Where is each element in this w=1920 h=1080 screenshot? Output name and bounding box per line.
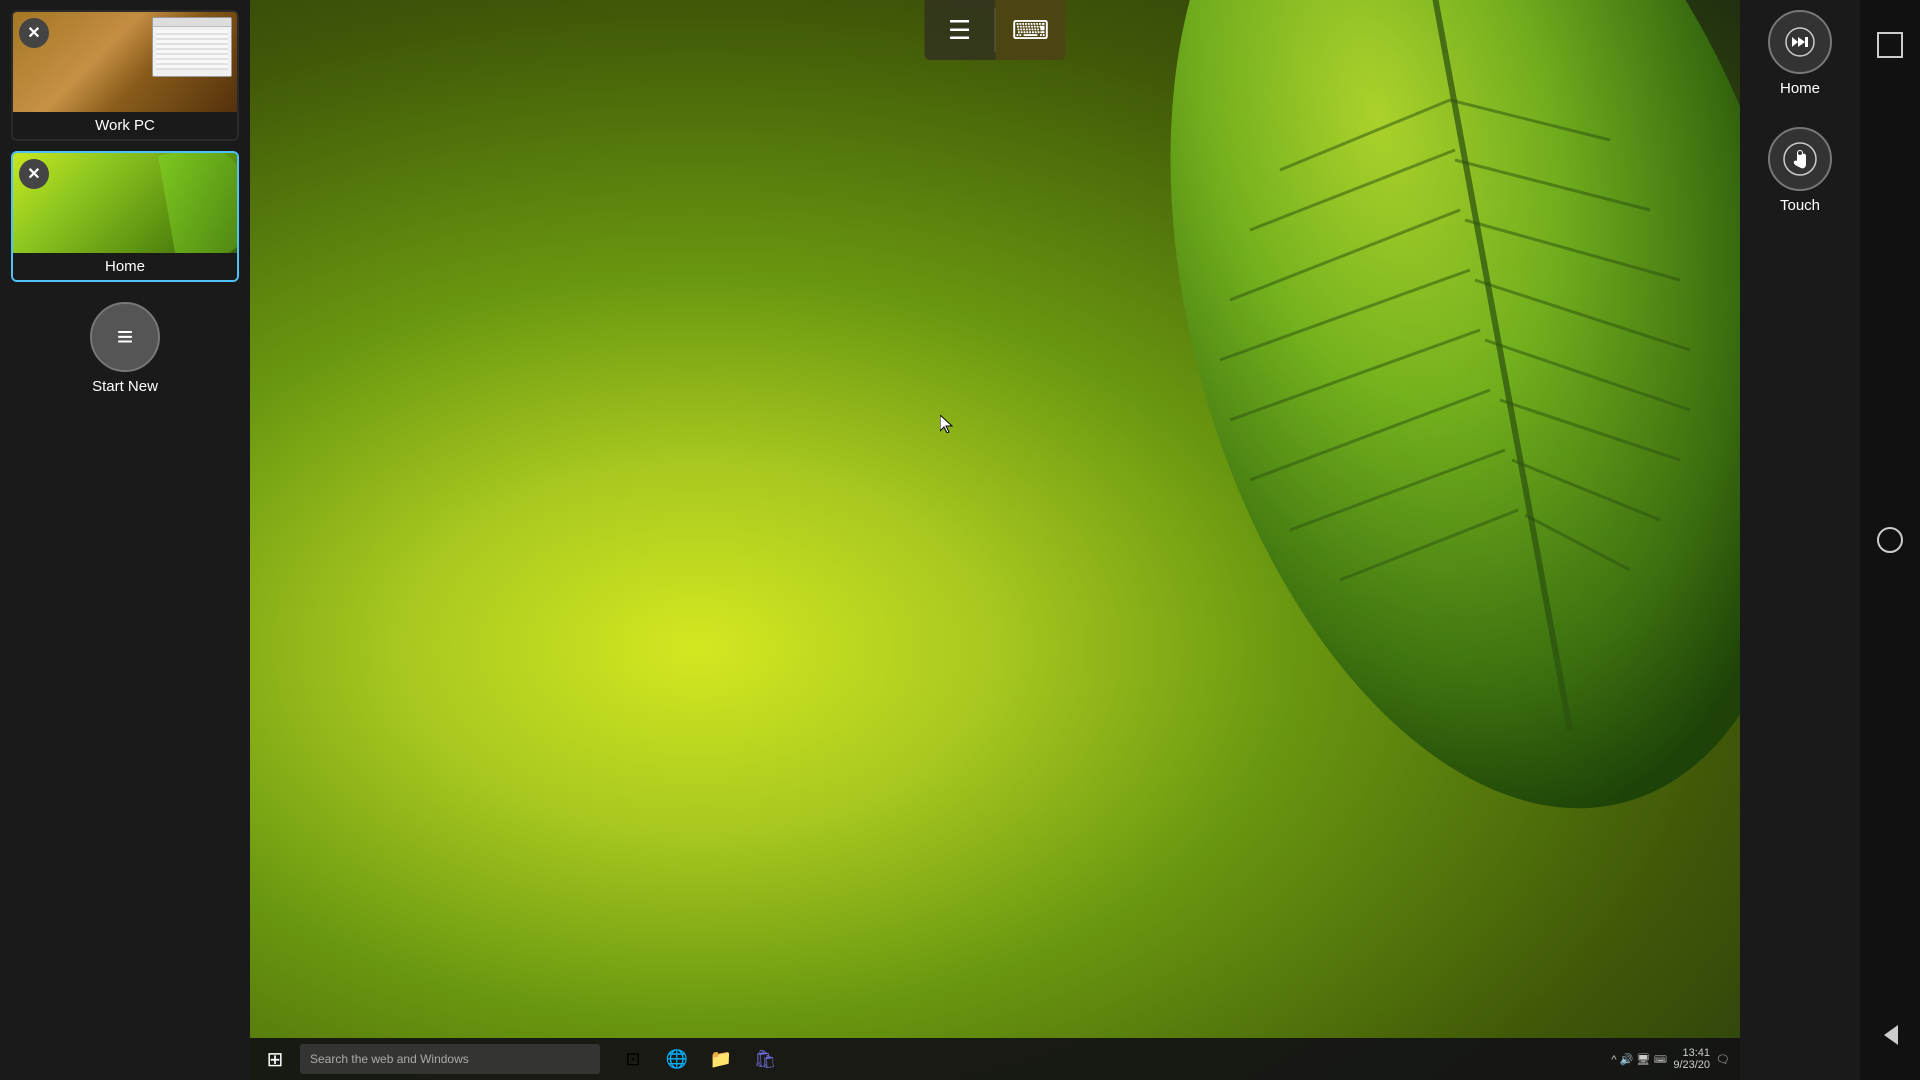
home-label: Home bbox=[13, 253, 237, 280]
far-right-panel bbox=[1860, 0, 1920, 1080]
clock-time: 13:41 bbox=[1683, 1047, 1711, 1059]
back-icon-button[interactable] bbox=[1865, 1010, 1915, 1060]
clock-date: 9/23/20 bbox=[1673, 1059, 1710, 1071]
right-sidebar: Home Touch bbox=[1740, 0, 1860, 1080]
home-nav-label: Home bbox=[1780, 80, 1820, 97]
main-content-area: ☰ ⌨ ⊞ Search the web and Windows ⊡ 🌐 📁 🛍… bbox=[250, 0, 1740, 1080]
wallpaper bbox=[250, 0, 1740, 1080]
circle-icon-button[interactable] bbox=[1865, 515, 1915, 565]
file-explorer-icon[interactable]: 📁 bbox=[703, 1041, 739, 1077]
session-card-work-pc[interactable]: ✕ Work PC bbox=[11, 10, 239, 141]
clock: 13:41 9/23/20 bbox=[1673, 1047, 1710, 1071]
session-card-home[interactable]: ✕ Home bbox=[11, 151, 239, 282]
leaf-decoration bbox=[890, 0, 1740, 850]
home-nav-button[interactable]: Home bbox=[1768, 10, 1832, 97]
top-toolbar: ☰ ⌨ bbox=[925, 0, 1066, 60]
task-view-button[interactable]: ⊡ bbox=[615, 1041, 651, 1077]
taskbar-right-area: ^ 🔊 🖥 ⌨ 13:41 9/23/20 🗨 bbox=[1611, 1047, 1740, 1071]
close-home-button[interactable]: ✕ bbox=[19, 159, 49, 189]
edge-icon[interactable]: 🌐 bbox=[659, 1041, 695, 1077]
home-thumb-leaf-decoration bbox=[158, 153, 237, 253]
menu-button[interactable]: ☰ bbox=[925, 0, 995, 60]
notification-icon[interactable]: 🗨 bbox=[1716, 1053, 1730, 1066]
system-tray-icons: ^ 🔊 🖥 ⌨ bbox=[1611, 1053, 1667, 1066]
start-menu-button[interactable]: ⊞ bbox=[250, 1038, 300, 1080]
store-icon[interactable]: 🛍 bbox=[747, 1041, 783, 1077]
start-new-icon: ≡ bbox=[90, 302, 160, 372]
start-new-label: Start New bbox=[92, 378, 158, 395]
windows-taskbar: ⊞ Search the web and Windows ⊡ 🌐 📁 🛍 ^ 🔊… bbox=[250, 1038, 1740, 1080]
home-nav-icon bbox=[1768, 10, 1832, 74]
keyboard-button[interactable]: ⌨ bbox=[996, 0, 1066, 60]
work-pc-label: Work PC bbox=[13, 112, 237, 139]
left-sidebar: ✕ Work PC ✕ Home ≡ Start New bbox=[0, 0, 250, 1080]
touch-nav-icon bbox=[1768, 127, 1832, 191]
square-icon-button[interactable] bbox=[1865, 20, 1915, 70]
taskbar-app-icons: ⊡ 🌐 📁 🛍 bbox=[615, 1041, 783, 1077]
touch-nav-label: Touch bbox=[1780, 197, 1820, 214]
taskbar-search-text: Search the web and Windows bbox=[310, 1052, 469, 1066]
start-new-button[interactable]: ≡ Start New bbox=[90, 302, 160, 395]
browser-mini-preview bbox=[152, 17, 232, 77]
touch-nav-button[interactable]: Touch bbox=[1768, 127, 1832, 214]
taskbar-search[interactable]: Search the web and Windows bbox=[300, 1044, 600, 1074]
close-work-pc-button[interactable]: ✕ bbox=[19, 18, 49, 48]
